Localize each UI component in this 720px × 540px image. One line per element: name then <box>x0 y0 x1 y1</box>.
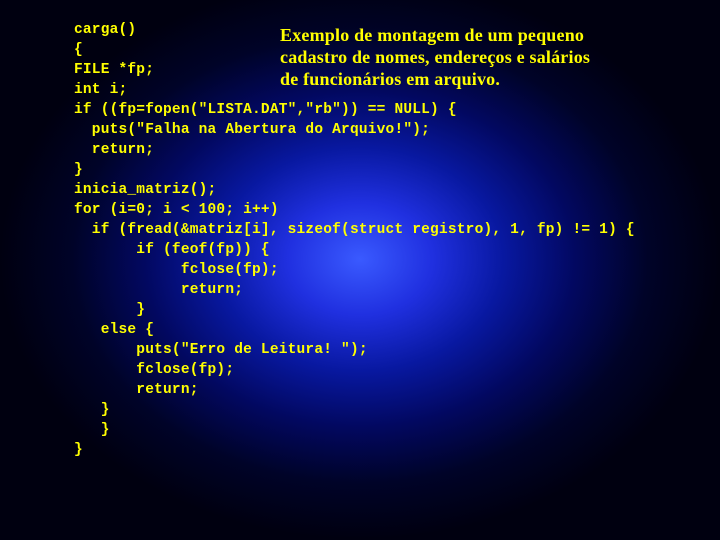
code-line: puts("Falha na Abertura do Arquivo!"); <box>74 122 430 138</box>
code-line: } <box>74 442 83 458</box>
code-line: if ((fp=fopen("LISTA.DAT","rb")) == NULL… <box>74 102 457 118</box>
code-line: fclose(fp); <box>74 262 279 278</box>
code-line: return; <box>74 142 154 158</box>
code-line: } <box>74 422 110 438</box>
code-line: return; <box>74 282 243 298</box>
code-line: fclose(fp); <box>74 362 234 378</box>
code-line: for (i=0; i < 100; i++) <box>74 202 279 218</box>
code-line: int i; <box>74 82 127 98</box>
code-line: return; <box>74 382 199 398</box>
code-block: carga() { FILE *fp; int i; if ((fp=fopen… <box>74 20 635 460</box>
code-line: { <box>74 42 83 58</box>
code-line: } <box>74 162 83 178</box>
code-line: else { <box>74 322 154 338</box>
code-line: puts("Erro de Leitura! "); <box>74 342 368 358</box>
code-line: } <box>74 302 145 318</box>
code-line: if (fread(&matriz[i], sizeof(struct regi… <box>74 222 635 238</box>
code-line: FILE *fp; <box>74 62 154 78</box>
code-line: if (feof(fp)) { <box>74 242 270 258</box>
code-line: } <box>74 402 110 418</box>
code-line: carga() <box>74 22 136 38</box>
code-line: inicia_matriz(); <box>74 182 216 198</box>
